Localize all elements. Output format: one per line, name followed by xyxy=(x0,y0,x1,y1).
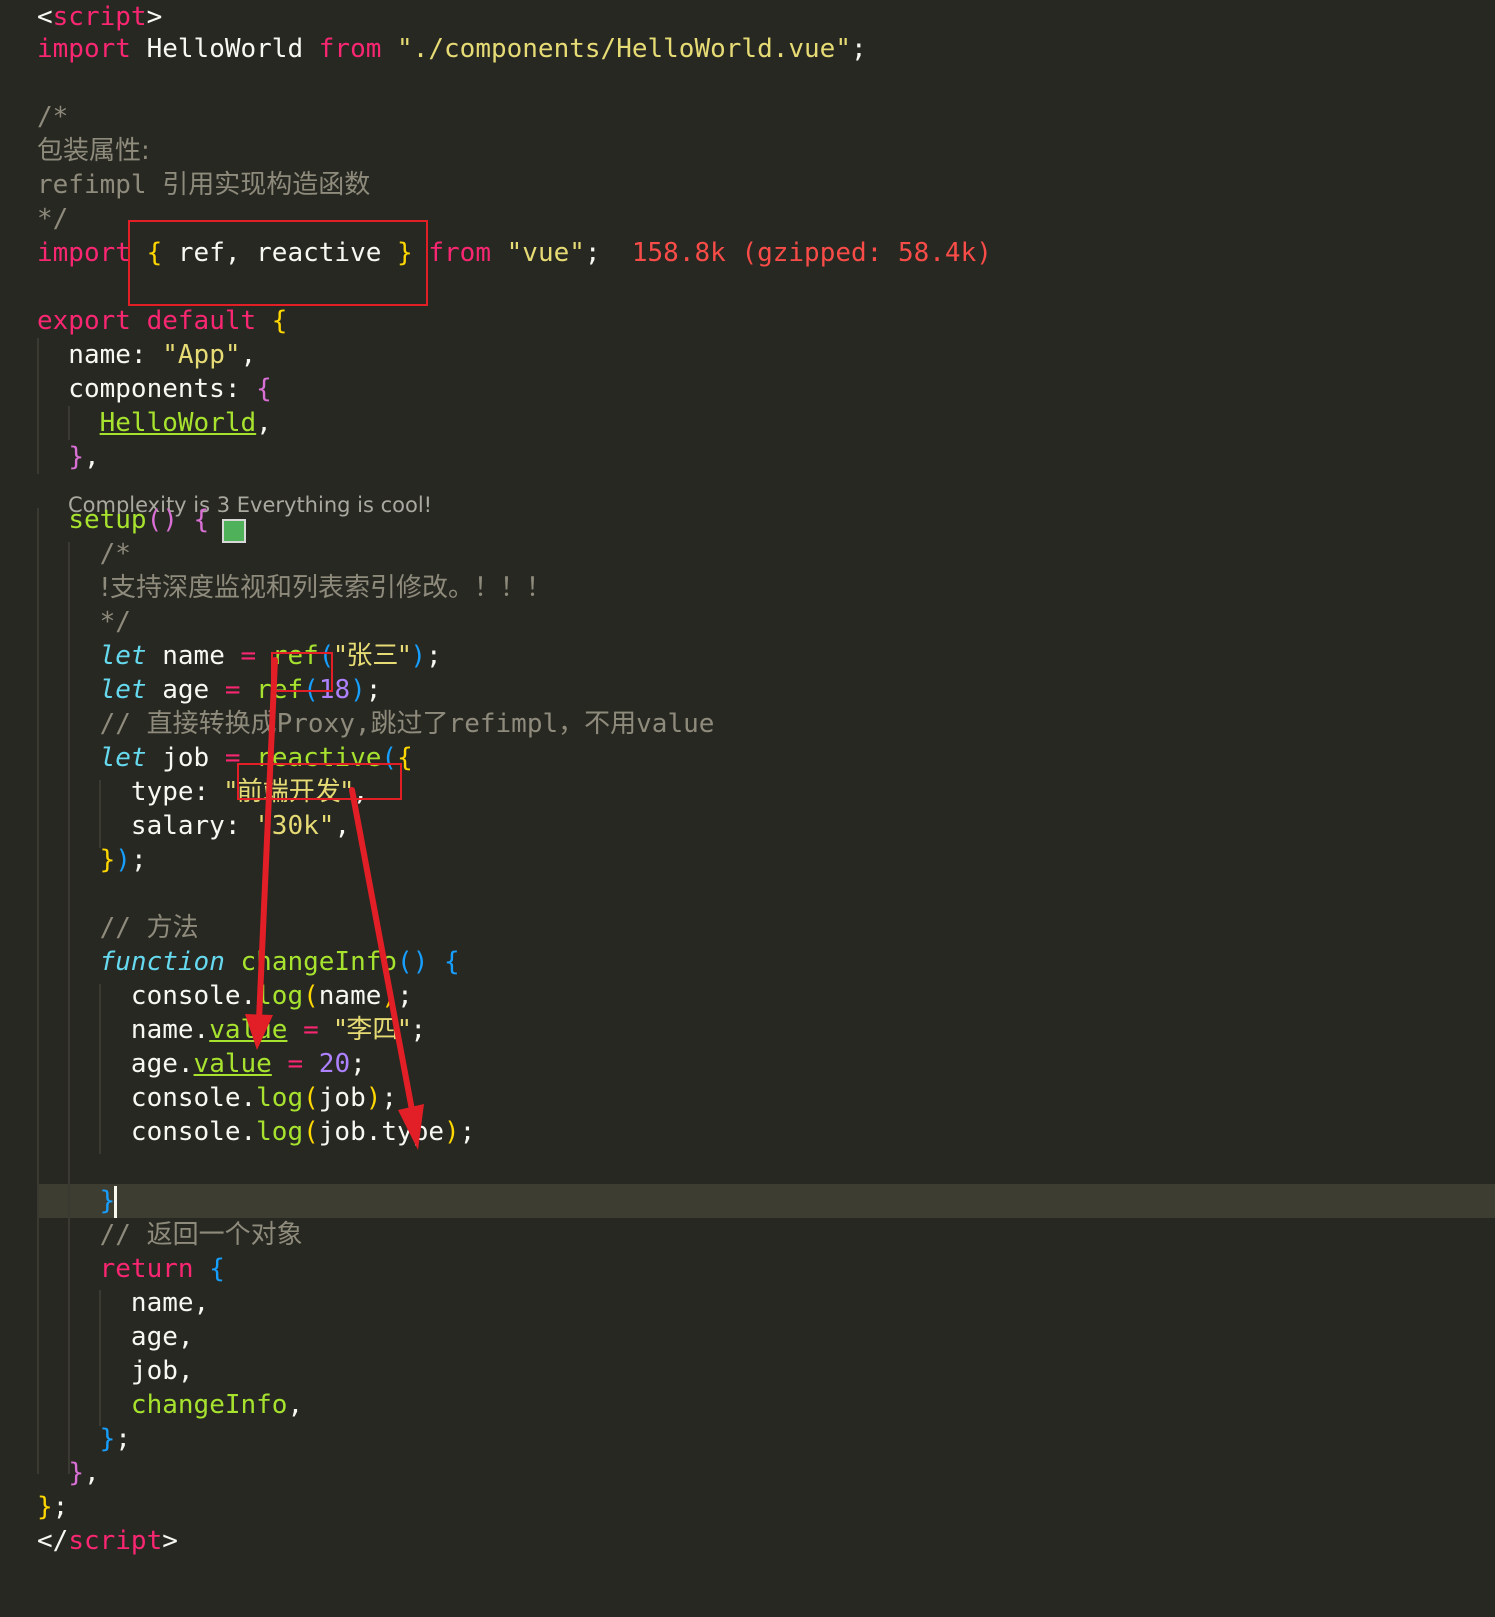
comment-line: /* xyxy=(37,102,69,132)
code-line: components: { xyxy=(37,374,272,404)
code-line: console.log(name); xyxy=(37,981,413,1011)
code-line: export default { xyxy=(37,306,288,336)
color-swatch-icon[interactable] xyxy=(222,519,246,543)
code-line-ref-name: let name = ref("张三"); xyxy=(99,641,442,671)
code-line: <script> xyxy=(37,2,163,32)
code-line: }); xyxy=(99,845,147,875)
code-line: import HelloWorld from "./components/Hel… xyxy=(37,34,867,64)
code-line: name: "App", xyxy=(37,340,257,370)
comment-line: 包装属性: xyxy=(37,136,150,166)
comment-line: // 方法 xyxy=(99,913,199,943)
code-line: function changeInfo() { xyxy=(99,947,460,977)
code-editor[interactable]: <script> import HelloWorld from "./compo… xyxy=(0,0,1495,1617)
current-line-highlight xyxy=(37,1184,1495,1218)
code-line: age, xyxy=(37,1322,194,1352)
code-line: console.log(job.type); xyxy=(37,1117,476,1147)
code-line-current: } xyxy=(99,1186,116,1216)
annotation-box-ref xyxy=(271,652,333,692)
code-line: }, xyxy=(68,1458,100,1488)
comment-line: !支持深度监视和列表索引修改。！！！ xyxy=(99,573,553,603)
import-size-hint: 158.8k (gzipped: 58.4k) xyxy=(600,238,992,268)
comment-line: // 直接转换成Proxy,跳过了refimpl，不用value xyxy=(99,709,715,739)
code-line: </script> xyxy=(37,1526,178,1556)
annotation-box-import xyxy=(128,220,428,306)
code-line: }; xyxy=(99,1424,131,1454)
comment-line: */ xyxy=(37,607,131,637)
comment-line: /* xyxy=(37,539,131,569)
code-line: job, xyxy=(37,1356,194,1386)
comment-line: // 返回一个对象 xyxy=(99,1220,303,1250)
code-line: HelloWorld, xyxy=(99,408,272,438)
annotation-box-reactive xyxy=(237,763,402,800)
code-line: setup() { xyxy=(68,505,210,535)
code-line: }; xyxy=(37,1492,69,1522)
comment-line: refimpl 引用实现构造函数 xyxy=(37,170,371,200)
code-line: console.log(job); xyxy=(37,1083,398,1113)
text-cursor xyxy=(114,1186,117,1218)
code-line: }, xyxy=(68,442,100,472)
code-line: return { xyxy=(99,1254,225,1284)
code-line: age.value = 20; xyxy=(37,1049,366,1079)
code-line: changeInfo, xyxy=(130,1390,304,1420)
code-line: name, xyxy=(37,1288,210,1318)
code-line: salary: "30k", xyxy=(37,811,351,841)
code-line: name.value = "李四"; xyxy=(37,1015,427,1045)
comment-line: */ xyxy=(37,204,69,234)
